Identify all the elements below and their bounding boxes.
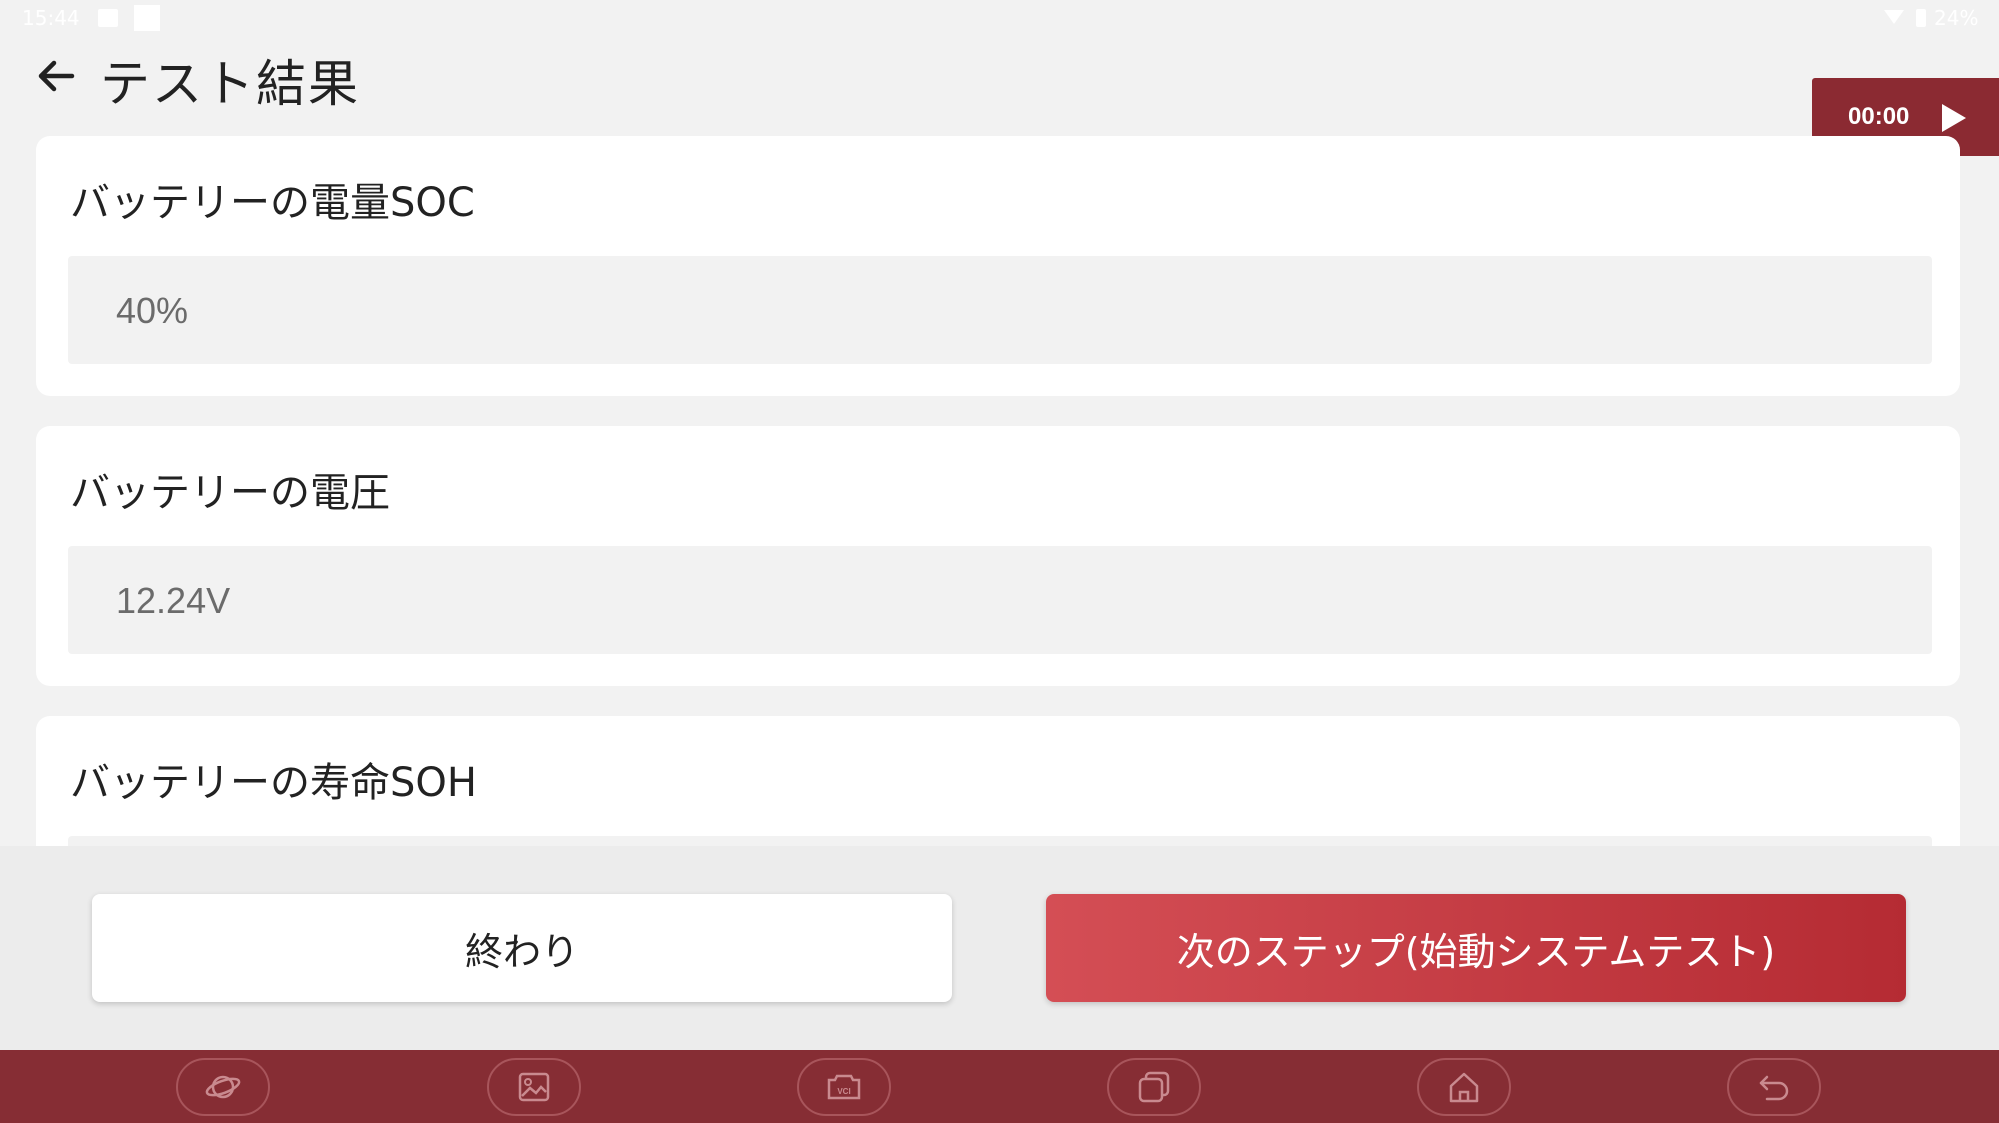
square-icon: [134, 5, 160, 31]
vci-icon-label: VCI: [837, 1087, 850, 1096]
action-bar: 終わり 次のステップ(始動システムテスト): [0, 846, 1999, 1050]
result-label: バッテリーの寿命SOH: [70, 760, 477, 806]
result-value-box: [68, 836, 1932, 846]
planet-icon[interactable]: [176, 1058, 270, 1116]
gallery-icon[interactable]: [487, 1058, 581, 1116]
result-card-voltage: バッテリーの電圧 12.24V: [36, 426, 1960, 686]
result-value-box: 12.24V: [68, 546, 1932, 654]
result-card-soc: バッテリーの電量SOC 40%: [36, 136, 1960, 396]
timer-text: 00:00: [1848, 103, 1910, 130]
wifi-icon: [1884, 10, 1904, 24]
battery-icon: [1916, 9, 1926, 27]
result-label: バッテリーの電量SOC: [70, 180, 475, 226]
result-value: 40%: [116, 290, 189, 331]
return-icon[interactable]: [1727, 1058, 1821, 1116]
bottom-nav: VCI: [0, 1050, 1999, 1123]
image-icon: [98, 9, 118, 27]
result-value-box: 40%: [68, 256, 1932, 364]
finish-button[interactable]: 終わり: [92, 894, 952, 1002]
home-icon[interactable]: [1417, 1058, 1511, 1116]
status-bar: 15:44 24%: [0, 0, 1999, 36]
play-icon[interactable]: [1942, 104, 1966, 132]
header: テスト結果: [0, 36, 1999, 136]
results-list[interactable]: バッテリーの電量SOC 40% バッテリーの電圧 12.24V バッテリーの寿命…: [0, 136, 1999, 846]
result-card-soh: バッテリーの寿命SOH: [36, 716, 1960, 846]
next-step-button[interactable]: 次のステップ(始動システムテスト): [1046, 894, 1906, 1002]
result-value: 12.24V: [116, 580, 231, 621]
back-arrow-icon[interactable]: [32, 52, 80, 100]
battery-percentage: 24%: [1934, 6, 1979, 30]
page-title: テスト結果: [100, 55, 360, 113]
vci-icon[interactable]: VCI: [797, 1058, 891, 1116]
status-time: 15:44: [22, 6, 80, 30]
result-label: バッテリーの電圧: [70, 470, 390, 516]
recent-apps-icon[interactable]: [1107, 1058, 1201, 1116]
